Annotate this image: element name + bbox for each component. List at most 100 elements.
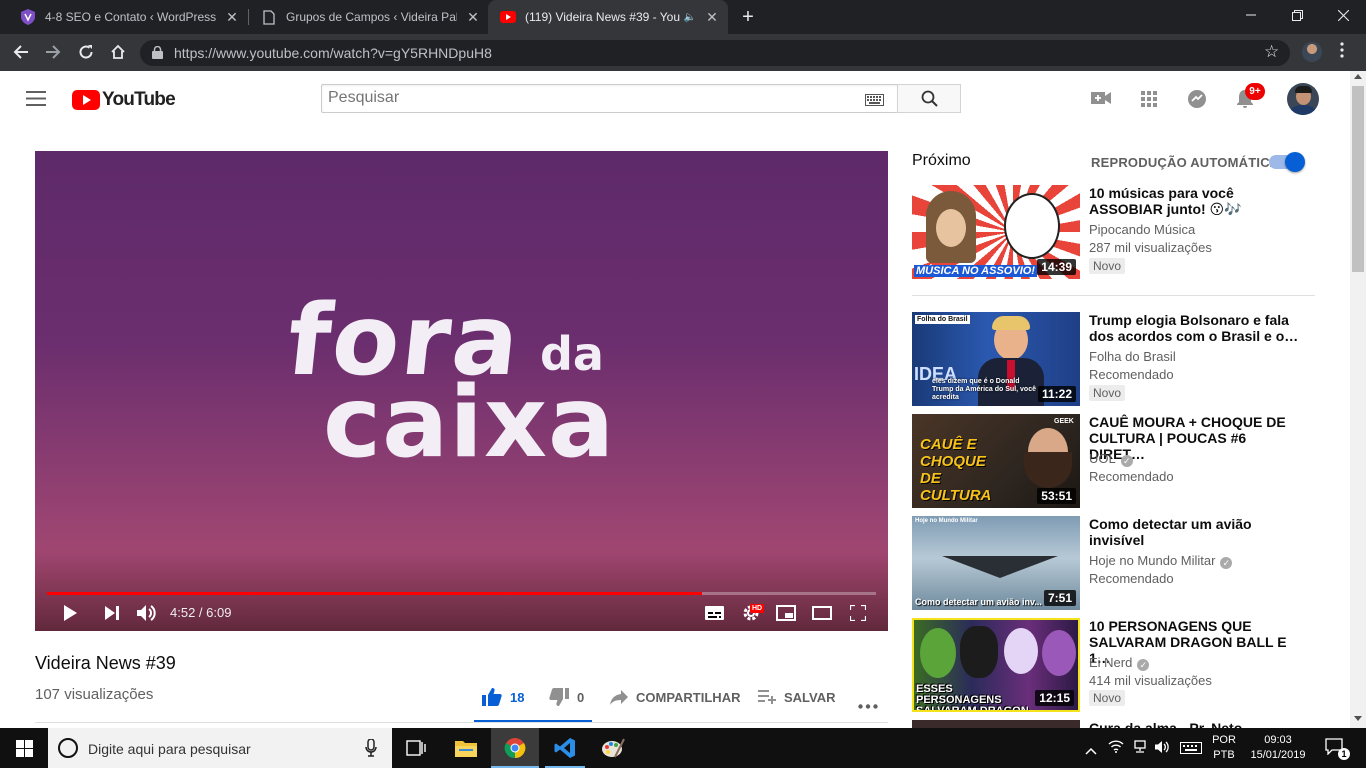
search-input[interactable] [328, 89, 848, 107]
more-actions-icon[interactable] [858, 696, 878, 714]
video-thumbnail[interactable]: MÚSICA NO ASSOVIO! 14:39 [912, 185, 1080, 279]
cortana-circle-icon[interactable] [58, 738, 78, 758]
browser-tab-wordpress[interactable]: 4-8 SEO e Contato ‹ WordPress C ✕ [8, 0, 248, 34]
video-title-link[interactable]: Cura da alma - Pr. Neto [1089, 720, 1304, 728]
close-tab-icon[interactable]: ✕ [704, 9, 720, 26]
thumbnail-channel-logo: Hoje no Mundo Militar [915, 518, 978, 524]
video-title-link[interactable]: 10 músicas para você ASSOBIAR junto! 😗🎶 [1089, 185, 1304, 217]
view-count: 107 visualizações [35, 686, 154, 703]
tray-overflow-chevron-icon[interactable] [1085, 742, 1097, 760]
dislike-button[interactable]: 0 [549, 686, 584, 708]
taskbar-vscode[interactable] [541, 728, 589, 768]
microphone-icon[interactable] [365, 738, 377, 762]
wifi-icon[interactable] [1108, 740, 1124, 758]
scroll-up-arrow-icon[interactable] [1354, 74, 1362, 79]
back-button[interactable] [7, 38, 35, 66]
profile-avatar[interactable] [1302, 42, 1322, 62]
fullscreen-icon [850, 605, 866, 621]
account-avatar[interactable] [1287, 83, 1319, 115]
channel-name[interactable]: UOL ✓ [1089, 450, 1133, 468]
video-meta: Recomendado [1089, 469, 1174, 484]
channel-name-text: Hoje no Mundo Militar [1089, 553, 1216, 568]
next-video-button[interactable] [101, 599, 123, 627]
video-title-link[interactable]: Como detectar um avião invisível [1089, 516, 1304, 548]
fullscreen-button[interactable] [847, 599, 869, 627]
tab-audio-icon[interactable]: 🔈 [684, 12, 696, 23]
bookmark-star-icon[interactable]: ☆ [1264, 42, 1279, 62]
taskbar-search-placeholder[interactable]: Digite aqui para pesquisar [88, 741, 251, 757]
search-button[interactable] [897, 84, 961, 113]
channel-name[interactable]: Folha do Brasil [1089, 348, 1176, 366]
channel-name[interactable]: Hoje no Mundo Militar ✓ [1089, 552, 1233, 570]
close-window-button[interactable] [1320, 0, 1366, 30]
play-button[interactable] [59, 599, 81, 627]
messages-icon[interactable] [1187, 89, 1207, 114]
subtitles-button[interactable] [703, 599, 725, 627]
taskbar-paint[interactable] [589, 728, 637, 768]
mute-button[interactable] [135, 599, 159, 627]
video-duration: 12:15 [1035, 690, 1074, 706]
save-button[interactable]: SALVAR [758, 686, 836, 708]
notifications-badge: 9+ [1245, 83, 1265, 100]
taskbar-file-explorer[interactable] [442, 728, 490, 768]
action-center-count: 1 [1338, 748, 1350, 760]
search-icon [921, 90, 938, 107]
video-player[interactable]: Fora da caixa 4:52 / 6:09 HD [35, 151, 888, 631]
video-thumbnail[interactable]: Folha do Brasil IDEA eles dizem que é o … [912, 312, 1080, 406]
autoplay-toggle-knob[interactable] [1285, 152, 1305, 172]
video-title-link[interactable]: Trump elogia Bolsonaro e fala dos acordo… [1089, 312, 1304, 344]
progress-bar[interactable] [47, 592, 876, 595]
video-thumbnail[interactable] [912, 720, 1080, 728]
theater-mode-button[interactable] [811, 599, 833, 627]
up-next-label: Próximo [912, 152, 971, 169]
thumbnail-caption: MÚSICA NO ASSOVIO! [914, 265, 1037, 277]
close-tab-icon[interactable]: ✕ [465, 9, 481, 26]
volume-tray-icon[interactable] [1155, 740, 1171, 759]
tab-title: (119) Videira News #39 - You [525, 10, 680, 24]
minimize-button[interactable] [1228, 0, 1274, 30]
thumbnail-tag: GEEK [1054, 418, 1074, 425]
video-duration: 7:51 [1043, 590, 1076, 606]
thumbnail-character-2 [960, 626, 998, 678]
apps-grid-icon[interactable] [1141, 91, 1157, 112]
lock-icon [152, 45, 163, 64]
youtube-icon [500, 9, 516, 25]
video-thumbnail[interactable]: Hoje no Mundo Militar Como detectar um a… [912, 516, 1080, 610]
miniplayer-button[interactable] [775, 599, 797, 627]
share-button[interactable]: COMPARTILHAR [610, 686, 740, 708]
close-tab-icon[interactable]: ✕ [224, 9, 240, 26]
channel-name[interactable]: Pipocando Música [1089, 221, 1195, 239]
network-icon[interactable] [1133, 740, 1147, 759]
clock[interactable]: 09:03 15/01/2019 [1244, 733, 1312, 763]
channel-name[interactable]: Ei Nerd ✓ [1089, 654, 1150, 672]
restore-button[interactable] [1274, 0, 1320, 30]
browser-tab-grupos[interactable]: Grupos de Campos ‹ Videira Palm ✕ [249, 0, 489, 34]
video-thumbnail[interactable]: CAUÊ E CHOQUE DE CULTURA GEEK 53:51 [912, 414, 1080, 508]
scrollbar-thumb[interactable] [1352, 86, 1364, 272]
keyboard-icon[interactable] [865, 93, 884, 111]
task-view-button[interactable] [392, 728, 440, 768]
guide-menu-icon[interactable] [26, 91, 46, 111]
like-button[interactable]: 18 [482, 686, 524, 708]
thumbnail-character-1 [920, 628, 956, 678]
reload-button[interactable] [72, 38, 100, 66]
divider [35, 722, 888, 723]
thumbs-up-icon [482, 688, 502, 706]
input-language[interactable]: POR PTB [1206, 733, 1242, 763]
video-thumbnail[interactable]: ESSES PERSONAGENS SALVARAM DRAGON 12:15 [912, 618, 1080, 712]
youtube-logo[interactable]: YouTube [72, 89, 176, 111]
chrome-menu-icon[interactable] [1340, 42, 1346, 62]
touch-keyboard-icon[interactable] [1180, 741, 1202, 759]
create-video-icon[interactable] [1091, 91, 1111, 110]
home-button[interactable] [104, 38, 132, 66]
scroll-down-arrow-icon[interactable] [1354, 716, 1362, 721]
taskbar-chrome[interactable] [491, 728, 539, 768]
like-count: 18 [510, 689, 525, 705]
forward-button[interactable] [39, 38, 67, 66]
new-tab-button[interactable]: + [738, 6, 758, 28]
reload-icon [79, 45, 93, 59]
progress-played [47, 592, 702, 595]
browser-tab-youtube[interactable]: (119) Videira News #39 - You 🔈 ✕ [488, 0, 728, 34]
url-text[interactable]: https://www.youtube.com/watch?v=gY5RHNDp… [174, 45, 492, 61]
start-button[interactable] [0, 728, 48, 768]
